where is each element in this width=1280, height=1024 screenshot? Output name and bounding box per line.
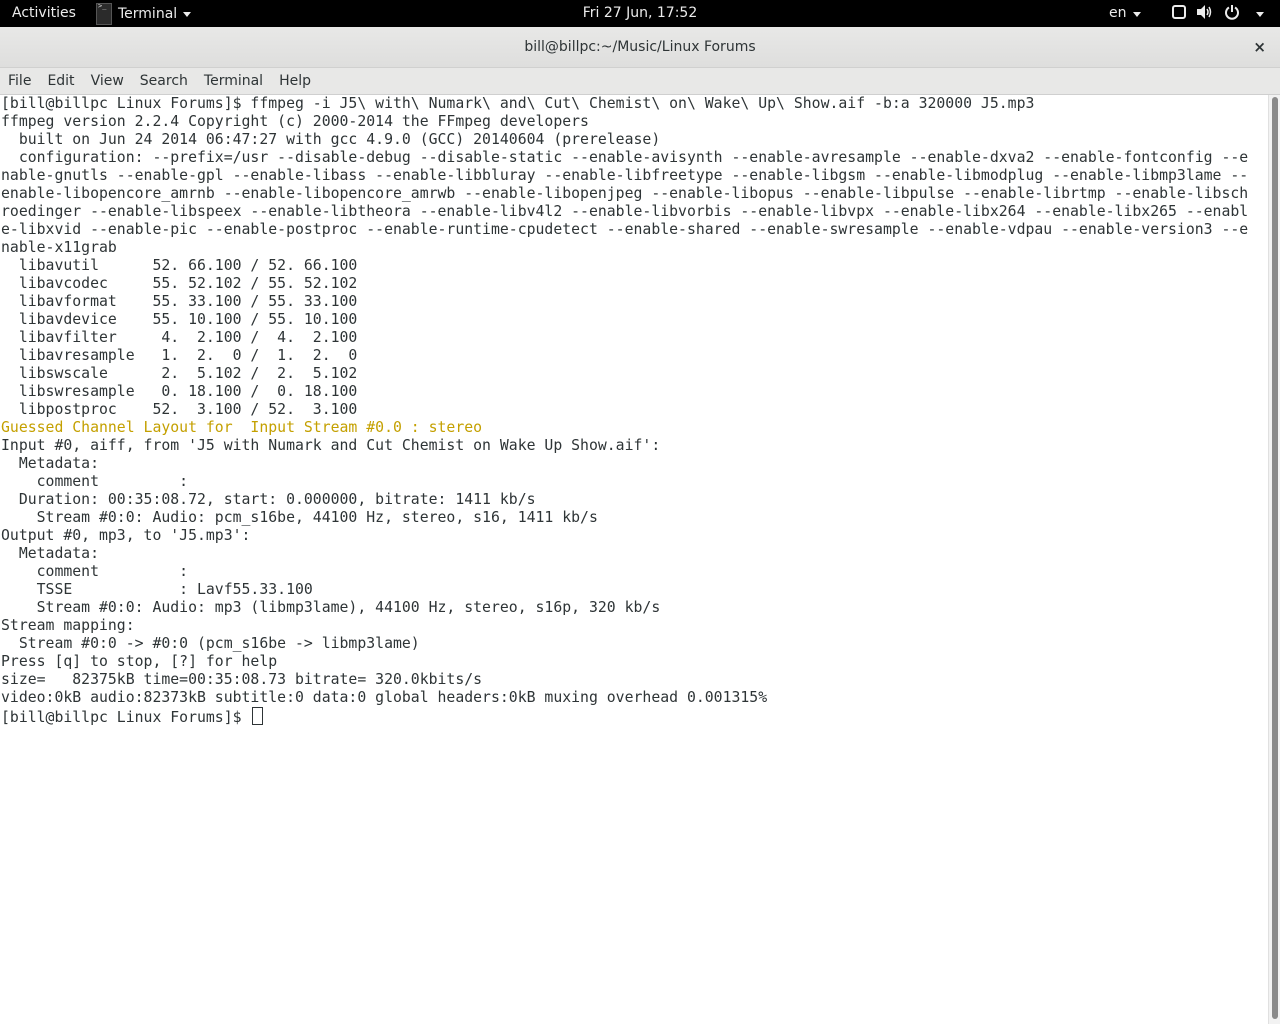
terminal-warning-line: Guessed Channel Layout for Input Stream … — [1, 419, 483, 436]
window-titlebar[interactable]: bill@billpc:~/Music/Linux Forums × — [0, 27, 1280, 68]
scrollbar-thumb[interactable] — [1272, 97, 1278, 1019]
terminal-line: Duration: 00:35:08.72, start: 0.000000, … — [1, 491, 536, 508]
terminal-prompt-line[interactable]: [bill@billpc Linux Forums]$ — [0, 707, 1268, 726]
terminal-line: enable-libopencore_amrnb --enable-libope… — [1, 185, 1249, 202]
terminal-line: configuration: --prefix=/usr --disable-d… — [1, 149, 1249, 166]
terminal-line: [bill@billpc Linux Forums]$ ffmpeg -i J5… — [1, 95, 1035, 112]
chevron-down-icon — [183, 12, 192, 17]
terminal-line: Stream mapping: — [1, 617, 135, 634]
terminal-line: nable-gnutls --enable-gpl --enable-libas… — [1, 167, 1249, 184]
menu-help[interactable]: Help — [271, 73, 319, 89]
terminal-line: libswscale 2. 5.102 / 2. 5.102 — [1, 365, 358, 382]
terminal-line: Press [q] to stop, [?] for help — [1, 653, 278, 670]
volume-icon — [1196, 4, 1214, 24]
activities-button[interactable]: Activities — [12, 5, 76, 21]
terminal-line: libavutil 52. 66.100 / 52. 66.100 — [1, 257, 358, 274]
terminal-line: libavcodec 55. 52.102 / 55. 52.102 — [1, 275, 358, 292]
terminal-line: comment : — [1, 473, 189, 490]
terminal-line: Metadata: — [1, 545, 99, 562]
language-menu[interactable]: en — [1109, 5, 1141, 21]
terminal-line: Metadata: — [1, 455, 99, 472]
terminal-line: Stream #0:0: Audio: mp3 (libmp3lame), 44… — [1, 599, 661, 616]
scrollbar[interactable] — [1268, 95, 1280, 1024]
terminal-line: built on Jun 24 2014 06:47:27 with gcc 4… — [1, 131, 661, 148]
app-menu-label: Terminal — [118, 5, 178, 22]
terminal-line: Input #0, aiff, from 'J5 with Numark and… — [1, 437, 661, 454]
menu-edit[interactable]: Edit — [39, 73, 82, 89]
terminal-line: ffmpeg version 2.2.4 Copyright (c) 2000-… — [1, 113, 589, 130]
menu-view[interactable]: View — [83, 73, 132, 89]
terminal-line: libpostproc 52. 3.100 / 52. 3.100 — [1, 401, 358, 418]
language-label: en — [1109, 5, 1127, 21]
terminal-line: libavformat 55. 33.100 / 55. 33.100 — [1, 293, 358, 310]
terminal-icon — [96, 2, 112, 25]
menu-bar: File Edit View Search Terminal Help — [0, 68, 1280, 95]
window-title: bill@billpc:~/Music/Linux Forums — [524, 39, 756, 55]
terminal-line: Stream #0:0 -> #0:0 (pcm_s16be -> libmp3… — [1, 635, 420, 652]
menu-file[interactable]: File — [0, 73, 39, 89]
screen-icon — [1172, 4, 1186, 23]
terminal-line: TSSE : Lavf55.33.100 — [1, 581, 313, 598]
clock[interactable]: Fri 27 Jun, 17:52 — [583, 5, 698, 21]
close-icon[interactable]: × — [1253, 38, 1266, 56]
chevron-down-icon — [1132, 11, 1141, 17]
terminal-line: libavresample 1. 2. 0 / 1. 2. 0 — [1, 347, 358, 364]
terminal-line: comment : — [1, 563, 189, 580]
terminal-output[interactable]: [bill@billpc Linux Forums]$ ffmpeg -i J5… — [0, 95, 1268, 1024]
app-menu[interactable]: Terminal — [96, 0, 192, 27]
menu-search[interactable]: Search — [132, 73, 196, 89]
terminal-line: Stream #0:0: Audio: pcm_s16be, 44100 Hz,… — [1, 509, 598, 526]
terminal-line: libswresample 0. 18.100 / 0. 18.100 — [1, 383, 358, 400]
terminal-line: size= 82375kB time=00:35:08.73 bitrate= … — [1, 671, 483, 688]
terminal-line: Output #0, mp3, to 'J5.mp3': — [1, 527, 251, 544]
text-cursor — [252, 707, 264, 725]
top-bar: Activities Terminal Fri 27 Jun, 17:52 en — [0, 0, 1280, 27]
terminal-line: libavdevice 55. 10.100 / 55. 10.100 — [1, 311, 358, 328]
chevron-down-icon — [1256, 12, 1264, 17]
terminal-line: libavfilter 4. 2.100 / 4. 2.100 — [1, 329, 358, 346]
terminal-line: video:0kB audio:82373kB subtitle:0 data:… — [1, 689, 768, 706]
menu-terminal[interactable]: Terminal — [196, 73, 271, 89]
terminal-line: roedinger --enable-libspeex --enable-lib… — [1, 203, 1249, 220]
shell-prompt: [bill@billpc Linux Forums]$ — [1, 709, 251, 726]
terminal-line: nable-x11grab — [1, 239, 117, 256]
system-menu[interactable] — [1172, 0, 1264, 27]
power-icon — [1224, 4, 1240, 24]
terminal-line: e-libxvid --enable-pic --enable-postproc… — [1, 221, 1249, 238]
